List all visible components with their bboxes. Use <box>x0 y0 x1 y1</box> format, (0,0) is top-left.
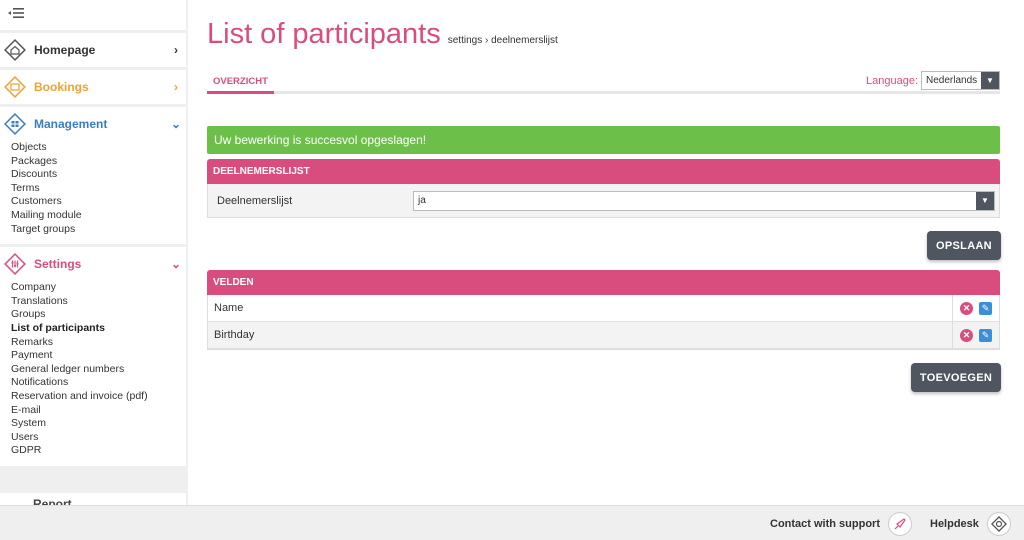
lifebuoy-icon <box>986 511 1011 536</box>
chevron-right-icon: › <box>174 43 178 57</box>
deelnemerslijst-panel-header: DEELNEMERSLIJST <box>207 159 1000 184</box>
sidebar-toggle[interactable] <box>0 0 186 30</box>
sidebar: Homepage › Bookings › Management ⌄ Objec… <box>0 0 186 505</box>
chevron-down-icon: ⌄ <box>170 257 182 272</box>
management-submenu: Objects Packages Discounts Terms Custome… <box>0 141 186 244</box>
sidebar-item-report[interactable]: Report <box>0 493 186 505</box>
row-actions: ✕ ✎ <box>952 295 999 321</box>
sidebar-item-objects[interactable]: Objects <box>11 141 186 155</box>
sidebar-item-notifications[interactable]: Notifications <box>11 376 186 390</box>
chevron-down-icon: ⌄ <box>170 117 182 131</box>
helpdesk-link[interactable]: Helpdesk <box>930 506 1011 540</box>
contact-support-link[interactable]: Contact with support <box>770 506 912 540</box>
success-alert: Uw bewerking is succesvol opgeslagen! <box>207 126 1000 154</box>
caret-down-icon: ▼ <box>976 191 994 210</box>
tab-bar: OVERZICHT Language: Nederlands ▼ <box>207 71 1000 94</box>
settings-submenu: Company Translations Groups List of part… <box>0 281 186 466</box>
sidebar-item-groups[interactable]: Groups <box>11 308 186 322</box>
sidebar-item-bookings[interactable]: Bookings › <box>0 70 186 104</box>
sidebar-item-label: Report <box>33 497 72 505</box>
sidebar-item-settings[interactable]: Settings ⌄ <box>0 247 186 281</box>
sidebar-item-packages[interactable]: Packages <box>11 155 186 169</box>
management-icon <box>4 113 26 135</box>
language-label: Language: <box>866 74 918 87</box>
sidebar-item-label: Management <box>34 117 108 131</box>
sidebar-item-management[interactable]: Management ⌄ <box>0 107 186 141</box>
chevron-right-icon: › <box>174 80 178 94</box>
settings-icon <box>4 253 26 276</box>
deelnemerslijst-panel: Deelnemerslijst ja ▼ <box>207 184 1000 218</box>
title-row: List of participants settings › deelneme… <box>207 18 558 51</box>
delete-icon[interactable]: ✕ <box>960 328 973 342</box>
footer: Contact with support Helpdesk <box>0 505 1024 540</box>
language-value: Nederlands <box>926 75 978 86</box>
deelnemerslijst-value: ja <box>418 195 426 206</box>
save-button[interactable]: OPSLAAN <box>927 231 1001 260</box>
sidebar-item-payment[interactable]: Payment <box>11 349 186 363</box>
velden-panel-header: VELDEN <box>207 270 1000 295</box>
table-row: Name ✕ ✎ <box>208 295 999 322</box>
field-name: Birthday <box>214 329 255 341</box>
sidebar-item-label: Bookings <box>34 80 89 94</box>
language-switcher: Language: Nederlands ▼ <box>866 71 1000 90</box>
deelnemerslijst-select[interactable]: ja ▼ <box>413 190 995 211</box>
sidebar-item-email[interactable]: E-mail <box>11 404 186 418</box>
sidebar-section-bookings: Bookings › <box>0 70 186 104</box>
home-icon <box>4 39 26 61</box>
language-select[interactable]: Nederlands ▼ <box>921 71 1000 90</box>
sidebar-section-homepage: Homepage › <box>0 33 186 67</box>
sidebar-item-label: Homepage <box>34 43 96 57</box>
helpdesk-label: Helpdesk <box>930 517 979 530</box>
sidebar-item-gdpr[interactable]: GDPR <box>11 444 186 458</box>
sidebar-section-management: Management ⌄ Objects Packages Discounts … <box>0 107 186 245</box>
caret-down-icon: ▼ <box>981 72 999 89</box>
sidebar-item-system[interactable]: System <box>11 417 186 431</box>
deelnemerslijst-field-row: Deelnemerslijst ja ▼ <box>208 184 999 217</box>
add-button[interactable]: TOEVOEGEN <box>911 363 1001 392</box>
sidebar-item-label: Settings <box>34 257 82 272</box>
sidebar-item-general-ledger-numbers[interactable]: General ledger numbers <box>11 363 186 377</box>
tab-overzicht[interactable]: OVERZICHT <box>207 72 274 94</box>
rocket-icon <box>888 511 912 536</box>
sidebar-section-settings: Settings ⌄ Company Translations Groups L… <box>0 247 186 466</box>
row-actions: ✕ ✎ <box>952 322 999 348</box>
sidebar-item-list-of-participants[interactable]: List of participants <box>11 322 186 336</box>
sidebar-item-homepage[interactable]: Homepage › <box>0 33 186 67</box>
sidebar-item-reservation-invoice-pdf[interactable]: Reservation and invoice (pdf) <box>11 390 186 404</box>
deelnemerslijst-label: Deelnemerslijst <box>217 194 293 207</box>
sidebar-item-users[interactable]: Users <box>11 431 186 445</box>
collapse-menu-icon[interactable] <box>8 6 24 24</box>
sidebar-item-terms[interactable]: Terms <box>11 182 186 196</box>
edit-icon[interactable]: ✎ <box>979 301 992 315</box>
delete-icon[interactable]: ✕ <box>960 301 973 315</box>
sidebar-item-mailing-module[interactable]: Mailing module <box>11 209 186 223</box>
sidebar-item-discounts[interactable]: Discounts <box>11 168 186 182</box>
sidebar-item-translations[interactable]: Translations <box>11 295 186 309</box>
main-content: List of participants settings › deelneme… <box>188 0 1024 505</box>
sidebar-item-customers[interactable]: Customers <box>11 195 186 209</box>
sidebar-item-remarks[interactable]: Remarks <box>11 336 186 350</box>
sidebar-item-company[interactable]: Company <box>11 281 186 295</box>
page-title: List of participants <box>207 18 441 50</box>
velden-panel: Name ✕ ✎ Birthday ✕ ✎ <box>207 295 1000 350</box>
contact-support-label: Contact with support <box>770 517 880 530</box>
sidebar-item-target-groups[interactable]: Target groups <box>11 223 186 237</box>
breadcrumb: settings › deelnemerslijst <box>447 35 558 46</box>
field-name: Name <box>214 302 244 314</box>
table-row: Birthday ✕ ✎ <box>208 322 999 349</box>
edit-icon[interactable]: ✎ <box>979 328 992 342</box>
bookings-icon <box>4 76 26 98</box>
